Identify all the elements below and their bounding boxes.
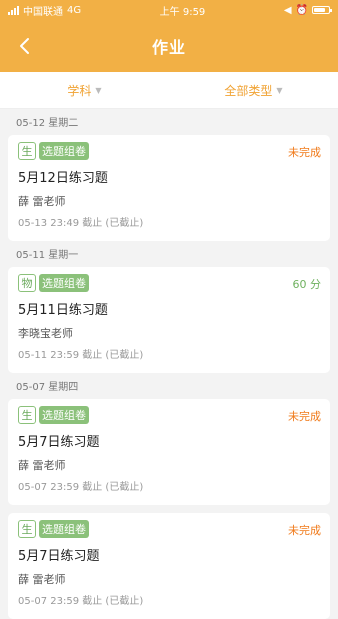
homework-title: 5月12日练习题 [18, 171, 108, 186]
teacher-name: 李晓宝老师 [18, 327, 73, 340]
homework-title: 5月7日练习题 [18, 435, 100, 450]
homework-title: 5月7日练习题 [18, 549, 100, 564]
teacher-name: 薛 雷老师 [18, 573, 66, 586]
subject-filter-label: 学科 [67, 83, 92, 98]
battery-icon [311, 6, 332, 14]
score-badge: 60 分 [292, 278, 322, 291]
type-tag: 选题组卷 [39, 520, 89, 538]
signal-icon [8, 5, 19, 15]
subject-tag: 物 [18, 274, 36, 292]
deadline-text: 05-07 23:59 截止 (已截止) [18, 482, 144, 493]
subject-tag: 生 [18, 520, 36, 538]
status-badge: 未完成 [288, 524, 321, 537]
date-header: 05-07 星期四 [16, 382, 79, 393]
homework-list: 05-12 星期二 生 选题组卷 未完成 5月12日练习题 薛 雷老师 05-1… [0, 109, 338, 619]
deadline-text: 05-13 23:49 截止 (已截止) [18, 218, 144, 229]
type-filter[interactable]: 全部类型 ▼ [169, 82, 338, 99]
app-header: 中国联通 4G 上午 9:59 ◀ ⏰ 作业 [0, 0, 338, 72]
status-badge: 未完成 [288, 146, 321, 159]
subject-tag: 生 [18, 406, 36, 424]
date-header: 05-11 星期一 [16, 250, 79, 261]
carrier-label: 中国联通 [23, 6, 63, 18]
teacher-name: 薛 雷老师 [18, 195, 66, 208]
nav-bar: 作业 [0, 20, 338, 72]
status-badge: 未完成 [288, 410, 321, 423]
status-bar: 中国联通 4G 上午 9:59 ◀ ⏰ [0, 0, 338, 20]
deadline-text: 05-07 23:59 截止 (已截止) [18, 596, 144, 607]
type-tag: 选题组卷 [39, 274, 89, 292]
type-tag: 选题组卷 [39, 406, 89, 424]
homework-card[interactable]: 物 选题组卷 60 分 5月11日练习题 李晓宝老师 05-11 23:59 截… [8, 267, 330, 373]
alarm-icon: ⏰ [295, 4, 308, 16]
network-label: 4G [67, 4, 82, 16]
type-tag: 选题组卷 [39, 142, 89, 160]
homework-card[interactable]: 生 选题组卷 未完成 5月7日练习题 薛 雷老师 05-07 23:59 截止 … [8, 399, 330, 505]
homework-card[interactable]: 生 选题组卷 未完成 5月7日练习题 薛 雷老师 05-07 23:59 截止 … [8, 513, 330, 619]
homework-title: 5月11日练习题 [18, 303, 108, 318]
teacher-name: 薛 雷老师 [18, 459, 66, 472]
date-header: 05-12 星期二 [16, 118, 79, 129]
clock: 上午 9:59 [159, 6, 206, 18]
back-button[interactable] [10, 32, 38, 60]
homework-card[interactable]: 生 选题组卷 未完成 5月12日练习题 薛 雷老师 05-13 23:49 截止… [8, 135, 330, 241]
caret-down-icon: ▼ [276, 85, 283, 95]
type-filter-label: 全部类型 [224, 83, 273, 98]
page-title: 作业 [151, 38, 186, 57]
subject-filter[interactable]: 学科 ▼ [0, 82, 169, 99]
deadline-text: 05-11 23:59 截止 (已截止) [18, 350, 144, 361]
chevron-left-icon [20, 38, 29, 54]
subject-tag: 生 [18, 142, 36, 160]
location-icon: ◀ [283, 4, 292, 16]
filter-bar: 学科 ▼ 全部类型 ▼ [0, 72, 338, 109]
caret-down-icon: ▼ [95, 85, 102, 95]
